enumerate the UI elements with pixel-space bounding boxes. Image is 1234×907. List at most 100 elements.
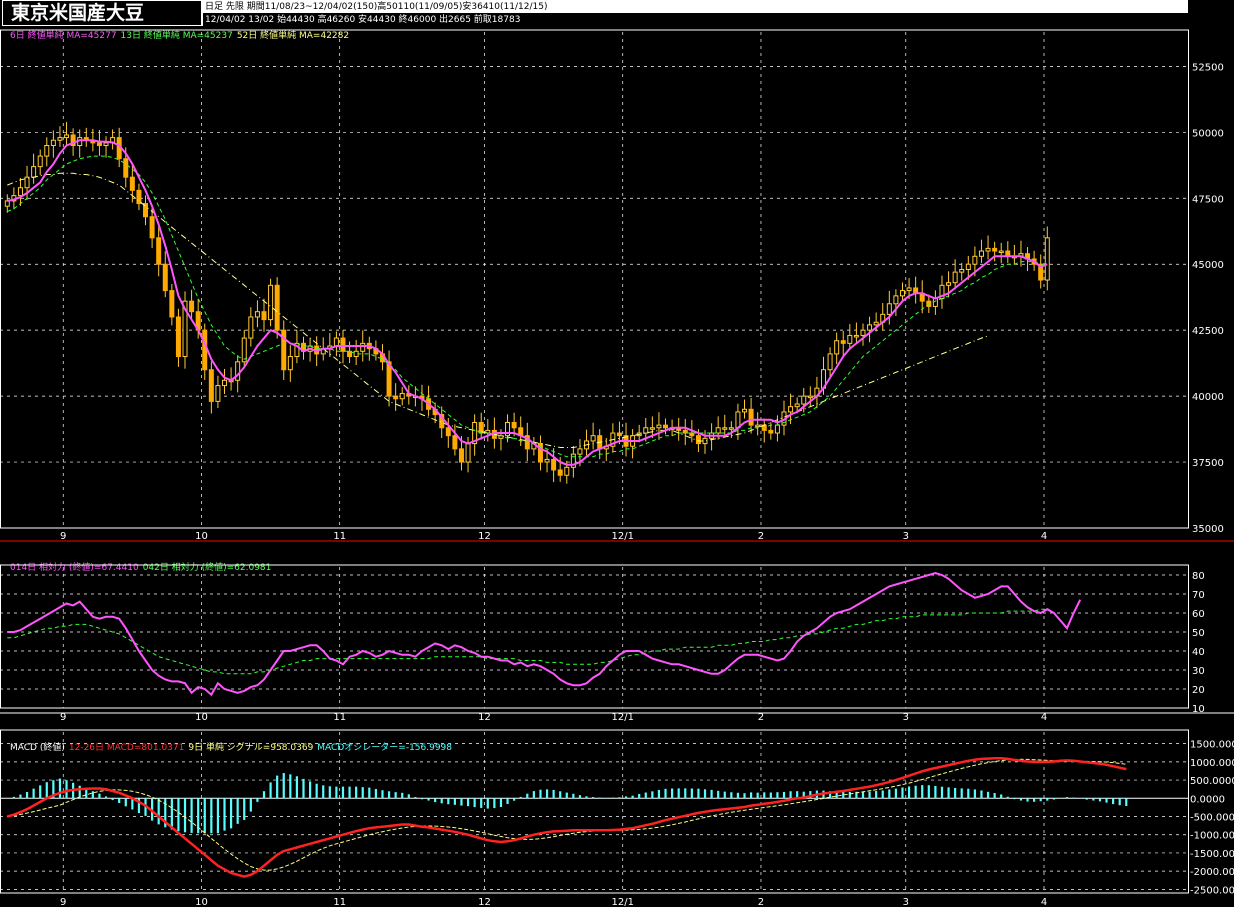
y-tick-label: -1000.0000 [1190,831,1234,842]
ma6-line [7,139,1048,466]
candle-body-up [590,435,596,442]
candle-body-up [893,295,899,305]
candle-body-up [268,284,274,321]
y-tick-label: 500.0000 [1190,776,1234,787]
candle-body-up [465,443,471,463]
candle-body-up [847,334,853,344]
candle-body-up [360,342,366,352]
candle-body-down [136,189,142,205]
y-tick-label: 47500 [1192,194,1224,205]
x-tick-label: 12/1 [611,712,633,723]
x-tick-label: 10 [195,897,208,907]
y-tick-label: 37500 [1192,458,1224,469]
chart-canvas: 9 9 9 10 10 10 11 11 11 12 12 12 12/1 12/1 12/1 2 2 2 3 3 3 4… [0,29,1234,907]
candle-body-up [254,311,260,318]
candle-body-down [663,424,669,429]
x-tick-label: 11 [333,531,346,542]
candle-body-up [31,166,37,178]
x-tick-label: 12 [478,897,491,907]
y-tick-label: 35000 [1192,524,1224,535]
x-tick-label: 3 [903,712,909,723]
candle-body-up [867,324,873,331]
candle-body-up [886,303,892,315]
candle-body-up [399,392,405,400]
y-tick-label: 50000 [1192,128,1224,139]
candle-body-up [24,176,30,189]
candle-body-down [340,337,346,352]
candle-body-up [17,187,23,197]
x-tick-label: 4 [1041,712,1047,723]
candle-body-down [208,369,214,402]
candle-body-up [64,134,70,139]
candle-body-up [774,424,780,434]
macd-line [6,756,1127,878]
x-tick-label: 9 [60,531,66,542]
candle-body-up [215,385,221,402]
candle-body-down [162,263,168,292]
y-tick-label: -500.0000 [1190,813,1234,824]
candle-body-up [577,448,583,455]
y-tick-label: 1000.0000 [1190,758,1234,769]
rsi42-line [7,608,1048,675]
candle-body-down [840,340,846,344]
candle-body-up [906,287,912,292]
candle-body-down [202,329,208,371]
candle-body-down [149,216,155,239]
candle-body-up [794,403,800,408]
y-tick-label: 40000 [1192,392,1224,403]
x-tick-label: 12/1 [611,897,633,907]
candle-body-up [50,139,56,147]
candle-body-up [959,268,965,273]
candle-body-up [932,298,938,307]
candle-body-up [972,255,978,265]
candle-body-down [695,435,701,445]
y-tick-label: 20 [1192,685,1205,696]
y-tick-label: 10 [1192,704,1205,715]
candle-body-up [985,247,991,252]
y-tick-label: -2500.0000 [1190,885,1234,896]
x-tick-label: 12/1 [611,531,633,542]
candle-body-up [656,424,662,429]
candle-body-up [248,316,254,339]
x-tick-label: 4 [1041,897,1047,907]
x-tick-label: 2 [758,897,764,907]
y-tick-label: 45000 [1192,260,1224,271]
candle-body-down [445,427,451,437]
candle-body-down [768,429,774,434]
candle-body-up [1044,237,1050,281]
candle-body-down [123,158,129,178]
candle-body-up [57,137,63,141]
candle-body-up [998,250,1004,254]
candle-body-up [235,361,241,381]
x-tick-label: 9 [60,712,66,723]
candle-body-down [551,458,557,471]
x-tick-label: 12 [478,712,491,723]
candle-body-down [748,408,754,426]
y-tick-label: -2000.0000 [1190,867,1234,878]
candle-body-down [189,300,195,313]
candle-body-up [899,290,905,297]
y-tick-label: 70 [1192,590,1205,601]
candle-body-down [274,284,280,331]
candle-body-up [728,427,734,430]
x-tick-label: 2 [758,712,764,723]
x-tick-label: 12 [478,531,491,542]
x-tick-label: 3 [903,897,909,907]
candle-body-down [458,448,464,463]
candle-body-up [827,353,833,371]
candle-body-down [261,311,267,321]
candle-body-up [788,406,794,413]
candle-body-up [860,329,866,336]
candle-body-up [952,271,958,284]
candle-body-up [649,427,655,430]
candle-body-up [37,155,43,168]
x-tick-label: 4 [1041,531,1047,542]
rsi14-line [7,572,1082,697]
candle-body-down [175,316,181,358]
candle-body-down [156,237,162,265]
x-tick-label: 9 [60,897,66,907]
candle-body-down [96,142,102,147]
y-tick-label: -1500.0000 [1190,849,1234,860]
x-tick-label: 10 [195,712,208,723]
candle-body-down [616,432,622,437]
